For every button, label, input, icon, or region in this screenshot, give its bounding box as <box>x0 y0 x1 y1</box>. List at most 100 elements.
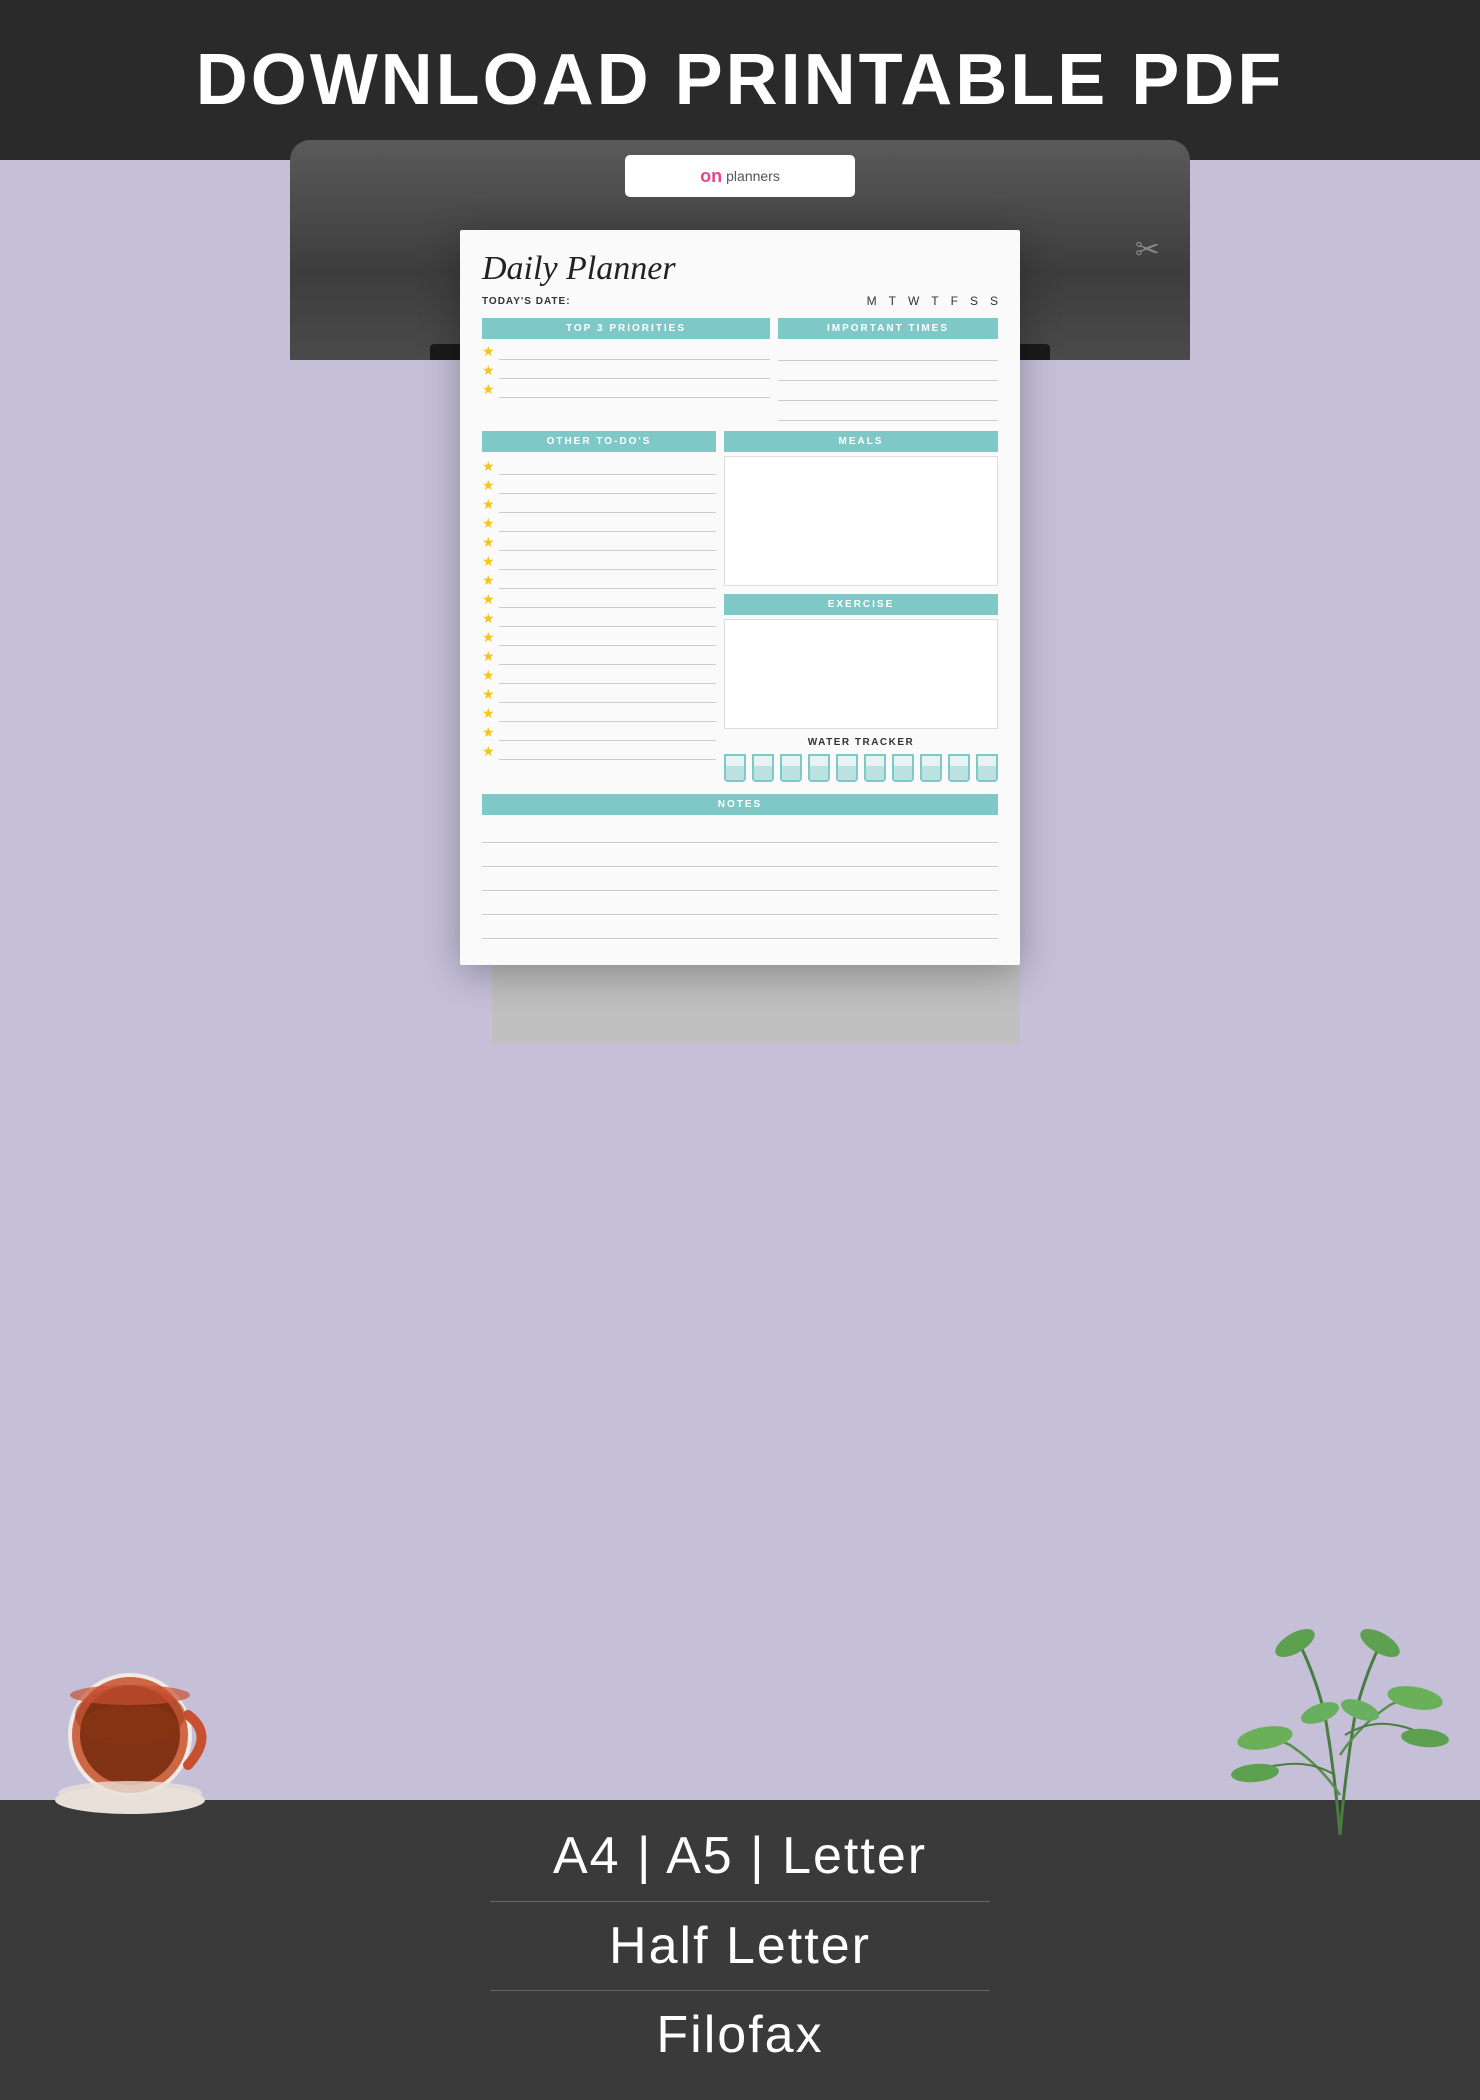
todo-line-6 <box>499 554 716 570</box>
todo-line-14 <box>499 706 716 722</box>
todo-star-8: ★ <box>482 591 495 608</box>
priority-line-1 <box>499 344 770 360</box>
water-tracker-section: WATER TRACKER <box>724 737 998 782</box>
time-line-2 <box>778 363 998 381</box>
todo-star-12: ★ <box>482 667 495 684</box>
other-todos-header: OTHER TO-DO'S <box>482 431 716 452</box>
water-glass-5 <box>836 754 858 782</box>
planner-title: Daily Planner <box>482 250 998 288</box>
water-glass-2 <box>752 754 774 782</box>
todo-item-13: ★ <box>482 686 716 703</box>
scissors-icon: ✂ <box>1135 233 1160 268</box>
star-2: ★ <box>482 362 495 379</box>
todays-date-label: TODAY'S DATE: <box>482 296 571 307</box>
meals-section: MEALS <box>724 431 998 586</box>
todo-item-4: ★ <box>482 515 716 532</box>
water-glass-6 <box>864 754 886 782</box>
water-glasses <box>724 754 998 782</box>
day-m: M <box>867 294 877 308</box>
notes-section: NOTES <box>482 794 998 939</box>
date-row: TODAY'S DATE: M T W T F S S <box>482 294 998 308</box>
todo-star-5: ★ <box>482 534 495 551</box>
todo-line-5 <box>499 535 716 551</box>
water-glass-9 <box>948 754 970 782</box>
notes-lines <box>482 821 998 939</box>
top3-header: TOP 3 PRIORITIES <box>482 318 770 339</box>
priority-line-2 <box>499 363 770 379</box>
priority-line-3 <box>499 382 770 398</box>
time-line-4 <box>778 403 998 421</box>
exercise-section: EXERCISE <box>724 594 998 729</box>
main-title: DOWNLOAD PRINTABLE PDF <box>196 39 1285 121</box>
format-line-2: Half Letter <box>490 1910 990 1992</box>
star-1: ★ <box>482 343 495 360</box>
todo-star-1: ★ <box>482 458 495 475</box>
todo-item-2: ★ <box>482 477 716 494</box>
todo-line-12 <box>499 668 716 684</box>
todo-star-4: ★ <box>482 515 495 532</box>
todo-star-2: ★ <box>482 477 495 494</box>
brand-on: on <box>700 166 722 187</box>
todo-item-15: ★ <box>482 724 716 741</box>
todo-item-7: ★ <box>482 572 716 589</box>
todo-star-15: ★ <box>482 724 495 741</box>
important-times-section: IMPORTANT TIMES <box>778 318 998 423</box>
water-label: WATER TRACKER <box>724 737 998 748</box>
water-glass-4 <box>808 754 830 782</box>
day-s2: S <box>990 294 998 308</box>
top3-section: TOP 3 PRIORITIES ★ ★ ★ <box>482 318 770 423</box>
note-line-5 <box>482 917 998 939</box>
day-w: W <box>908 294 919 308</box>
todo-item-5: ★ <box>482 534 716 551</box>
note-line-1 <box>482 821 998 843</box>
water-glass-10 <box>976 754 998 782</box>
todo-line-11 <box>499 649 716 665</box>
todo-item-1: ★ <box>482 458 716 475</box>
todo-item-10: ★ <box>482 629 716 646</box>
todo-item-14: ★ <box>482 705 716 722</box>
printer-label: on planners <box>625 155 855 197</box>
right-col: MEALS EXERCISE WATER TRACKER <box>724 431 998 786</box>
format-line-1: A4 | A5 | Letter <box>490 1820 990 1902</box>
todo-line-7 <box>499 573 716 589</box>
note-line-4 <box>482 893 998 915</box>
important-times-lines <box>778 343 998 421</box>
meals-header: MEALS <box>724 431 998 452</box>
water-glass-1 <box>724 754 746 782</box>
brand-planners: planners <box>726 168 780 184</box>
todo-line-9 <box>499 611 716 627</box>
todo-star-11: ★ <box>482 648 495 665</box>
star-3: ★ <box>482 381 495 398</box>
water-glass-7 <box>892 754 914 782</box>
todo-line-10 <box>499 630 716 646</box>
top3-items: ★ ★ ★ <box>482 343 770 398</box>
meals-box <box>724 456 998 586</box>
todo-item-11: ★ <box>482 648 716 665</box>
day-s1: S <box>970 294 978 308</box>
top-section: TOP 3 PRIORITIES ★ ★ ★ IMPORTANT TIMES <box>482 318 998 423</box>
todo-star-10: ★ <box>482 629 495 646</box>
priority-item-3: ★ <box>482 381 770 398</box>
water-glass-3 <box>780 754 802 782</box>
todo-line-3 <box>499 497 716 513</box>
todo-line-4 <box>499 516 716 532</box>
exercise-box <box>724 619 998 729</box>
todo-item-6: ★ <box>482 553 716 570</box>
time-line-1 <box>778 343 998 361</box>
day-t2: T <box>931 294 938 308</box>
todo-line-16 <box>499 744 716 760</box>
todo-line-13 <box>499 687 716 703</box>
todo-item-12: ★ <box>482 667 716 684</box>
days-row: M T W T F S S <box>867 294 998 308</box>
todo-star-13: ★ <box>482 686 495 703</box>
todo-item-9: ★ <box>482 610 716 627</box>
note-line-3 <box>482 869 998 891</box>
day-f: F <box>951 294 958 308</box>
time-line-3 <box>778 383 998 401</box>
todo-star-6: ★ <box>482 553 495 570</box>
exercise-header: EXERCISE <box>724 594 998 615</box>
note-line-2 <box>482 845 998 867</box>
day-t1: T <box>889 294 896 308</box>
todo-star-9: ★ <box>482 610 495 627</box>
other-todos-section: OTHER TO-DO'S ★ ★ ★ ★ ★ ★ ★ ★ ★ ★ ★ ★ ★ … <box>482 431 716 786</box>
